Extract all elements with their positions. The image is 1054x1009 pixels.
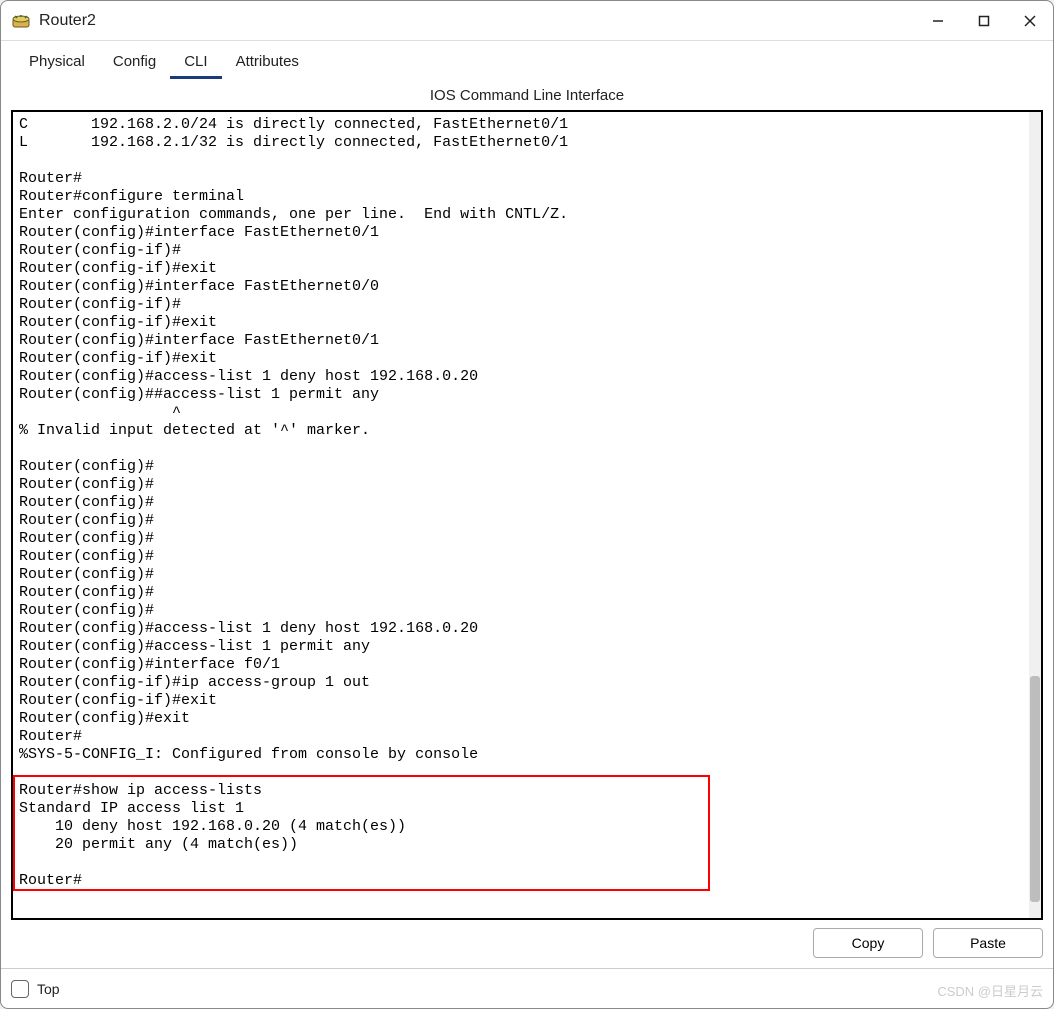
maximize-button[interactable] — [961, 1, 1007, 40]
scrollbar-track[interactable] — [1029, 112, 1041, 918]
watermark: CSDN @日星月云 — [937, 981, 1043, 1000]
top-checkbox[interactable] — [11, 980, 29, 998]
content-area: Physical Config CLI Attributes IOS Comma… — [1, 41, 1053, 968]
close-button[interactable] — [1007, 1, 1053, 40]
terminal-output[interactable]: C 192.168.2.0/24 is directly connected, … — [13, 112, 1029, 918]
router-icon — [11, 11, 31, 31]
copy-button[interactable]: Copy — [813, 928, 923, 958]
window-title: Router2 — [39, 12, 915, 30]
terminal-wrap: C 192.168.2.0/24 is directly connected, … — [11, 110, 1043, 958]
footer: Top CSDN @日星月云 — [1, 968, 1053, 1008]
tab-physical[interactable]: Physical — [15, 47, 99, 79]
cli-title: IOS Command Line Interface — [11, 79, 1043, 110]
minimize-button[interactable] — [915, 1, 961, 40]
tab-bar: Physical Config CLI Attributes — [11, 47, 1043, 79]
titlebar: Router2 — [1, 1, 1053, 41]
tab-attributes[interactable]: Attributes — [222, 47, 313, 79]
terminal-container: C 192.168.2.0/24 is directly connected, … — [11, 110, 1043, 920]
window-controls — [915, 1, 1053, 40]
top-label: Top — [37, 981, 60, 997]
tab-cli[interactable]: CLI — [170, 47, 221, 79]
scrollbar-thumb[interactable] — [1030, 676, 1040, 902]
tab-config[interactable]: Config — [99, 47, 170, 79]
app-window: Router2 Physical Config CLI Attributes I… — [0, 0, 1054, 1009]
button-row: Copy Paste — [11, 920, 1043, 958]
paste-button[interactable]: Paste — [933, 928, 1043, 958]
